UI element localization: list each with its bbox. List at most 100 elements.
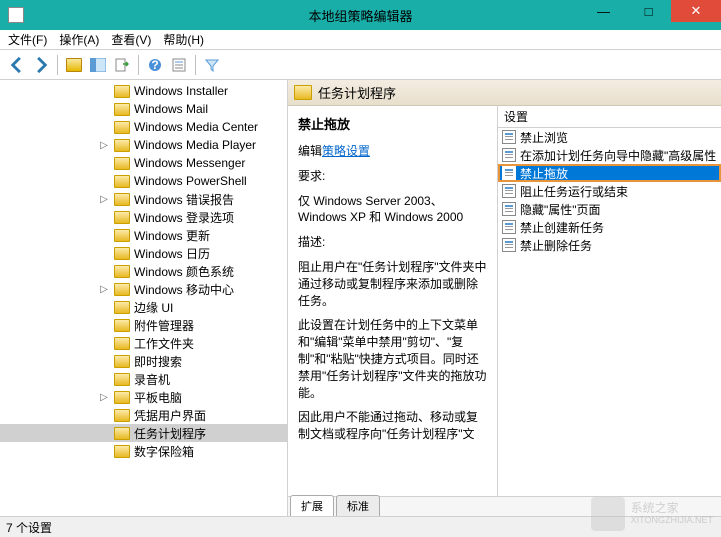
tree-item[interactable]: 附件管理器 [0, 316, 287, 334]
window-controls: — □ ✕ [581, 0, 721, 22]
folder-icon [114, 391, 130, 404]
setting-item[interactable]: 禁止创建新任务 [498, 218, 721, 236]
edit-policy-line: 编辑策略设置 [298, 143, 487, 160]
titlebar: 本地组策略编辑器 — □ ✕ [0, 0, 721, 30]
tree-item-label: 工作文件夹 [134, 335, 194, 352]
tree-expander-icon[interactable]: ▷ [98, 140, 110, 151]
tree-item[interactable]: Windows 登录选项 [0, 208, 287, 226]
view-tabs: 扩展 标准 [288, 496, 721, 516]
tree-pane[interactable]: Windows Installer Windows Mail Windows Med… [0, 80, 288, 516]
filter-button[interactable] [201, 54, 223, 76]
tree-item[interactable]: 录音机 [0, 370, 287, 388]
window-title: 本地组策略编辑器 [308, 6, 412, 25]
up-folder-button[interactable] [63, 54, 85, 76]
tree-expander-icon[interactable]: ▷ [98, 392, 110, 403]
policy-icon [502, 166, 516, 180]
tree-item[interactable]: ▷ 平板电脑 [0, 388, 287, 406]
tree-item[interactable]: Windows 日历 [0, 244, 287, 262]
folder-icon [114, 301, 130, 314]
setting-name: 禁止拖放 [298, 114, 487, 133]
settings-column-header[interactable]: 设置 [498, 106, 721, 128]
menu-help[interactable]: 帮助(H) [163, 31, 204, 48]
tree-item-label: Windows 日历 [134, 245, 210, 262]
tree-item[interactable]: 凭据用户界面 [0, 406, 287, 424]
setting-label: 禁止删除任务 [520, 237, 592, 254]
tree-item[interactable]: Windows 颜色系统 [0, 262, 287, 280]
policy-icon [502, 184, 516, 198]
setting-item[interactable]: 禁止浏览 [498, 128, 721, 146]
export-list-button[interactable] [111, 54, 133, 76]
folder-icon [114, 265, 130, 278]
policy-icon [502, 202, 516, 216]
content-body: 禁止拖放 编辑策略设置 要求: 仅 Windows Server 2003、Wi… [288, 106, 721, 496]
description-text-1: 阻止用户在"任务计划程序"文件夹中通过移动或复制程序来添加或删除任务。 [298, 259, 487, 309]
folder-icon [114, 355, 130, 368]
tree-item-label: Windows PowerShell [134, 174, 247, 188]
requirements-text: 仅 Windows Server 2003、Windows XP 和 Windo… [298, 193, 487, 227]
setting-label: 禁止拖放 [520, 165, 568, 182]
tree-item-label: Windows Messenger [134, 156, 245, 170]
tree-item[interactable]: 边缘 UI [0, 298, 287, 316]
tab-standard[interactable]: 标准 [336, 495, 380, 516]
back-button[interactable] [6, 54, 28, 76]
menu-view[interactable]: 查看(V) [111, 31, 151, 48]
tree-item-label: Windows 移动中心 [134, 281, 234, 298]
settings-list[interactable]: 禁止浏览在添加计划任务向导中隐藏"高级属性禁止拖放阻止任务运行或结束隐藏"属性"… [498, 128, 721, 496]
folder-icon [114, 247, 130, 260]
tree-item[interactable]: Windows Media Center [0, 118, 287, 136]
help-button[interactable]: ? [144, 54, 166, 76]
tree-expander-icon[interactable]: ▷ [98, 194, 110, 205]
tree-item[interactable]: Windows Messenger [0, 154, 287, 172]
content-title: 任务计划程序 [318, 83, 396, 102]
tree-item-label: Windows 登录选项 [134, 209, 234, 226]
folder-icon [294, 85, 312, 100]
tree-item[interactable]: Windows Installer [0, 82, 287, 100]
description-label: 描述: [298, 234, 487, 251]
tree-expander-icon[interactable]: ▷ [98, 284, 110, 295]
tree-item-label: 平板电脑 [134, 389, 182, 406]
tree-item-label: 边缘 UI [134, 299, 173, 316]
tree-item[interactable]: ▷ Windows 移动中心 [0, 280, 287, 298]
folder-icon [114, 211, 130, 224]
tree-item-label: 附件管理器 [134, 317, 194, 334]
right-pane: 任务计划程序 禁止拖放 编辑策略设置 要求: 仅 Windows Server … [288, 80, 721, 516]
tree-item[interactable]: Windows Mail [0, 100, 287, 118]
folder-icon [114, 193, 130, 206]
folder-icon [114, 139, 130, 152]
tree-item[interactable]: 工作文件夹 [0, 334, 287, 352]
edit-policy-link[interactable]: 策略设置 [322, 144, 370, 158]
menu-action[interactable]: 操作(A) [59, 31, 99, 48]
tree-item[interactable]: 任务计划程序 [0, 424, 287, 442]
setting-item[interactable]: 禁止拖放 [498, 164, 721, 182]
tree-item-label: Windows Mail [134, 102, 208, 116]
maximize-button[interactable]: □ [626, 0, 671, 22]
tree-item[interactable]: Windows PowerShell [0, 172, 287, 190]
minimize-button[interactable]: — [581, 0, 626, 22]
folder-icon [114, 157, 130, 170]
status-text: 7 个设置 [6, 519, 52, 536]
forward-button[interactable] [30, 54, 52, 76]
properties-button[interactable] [168, 54, 190, 76]
close-button[interactable]: ✕ [671, 0, 721, 22]
requirements-label: 要求: [298, 168, 487, 185]
tree-item-label: 数字保险箱 [134, 443, 194, 460]
folder-icon [114, 337, 130, 350]
tree-item[interactable]: ▷Windows Media Player [0, 136, 287, 154]
settings-pane: 设置 禁止浏览在添加计划任务向导中隐藏"高级属性禁止拖放阻止任务运行或结束隐藏"… [498, 106, 721, 496]
show-hide-tree-button[interactable] [87, 54, 109, 76]
folder-icon [114, 319, 130, 332]
main-area: Windows Installer Windows Mail Windows Med… [0, 80, 721, 517]
setting-item[interactable]: 禁止删除任务 [498, 236, 721, 254]
tree-item[interactable]: 即时搜索 [0, 352, 287, 370]
tab-extended[interactable]: 扩展 [290, 495, 334, 516]
tree-item[interactable]: Windows 更新 [0, 226, 287, 244]
setting-item[interactable]: 隐藏"属性"页面 [498, 200, 721, 218]
tree-item-label: 任务计划程序 [134, 425, 206, 442]
setting-item[interactable]: 在添加计划任务向导中隐藏"高级属性 [498, 146, 721, 164]
setting-item[interactable]: 阻止任务运行或结束 [498, 182, 721, 200]
tree-item-label: Windows Installer [134, 84, 228, 98]
tree-item[interactable]: 数字保险箱 [0, 442, 287, 460]
tree-item[interactable]: ▷Windows 错误报告 [0, 190, 287, 208]
app-icon [8, 7, 24, 23]
menu-file[interactable]: 文件(F) [8, 31, 47, 48]
